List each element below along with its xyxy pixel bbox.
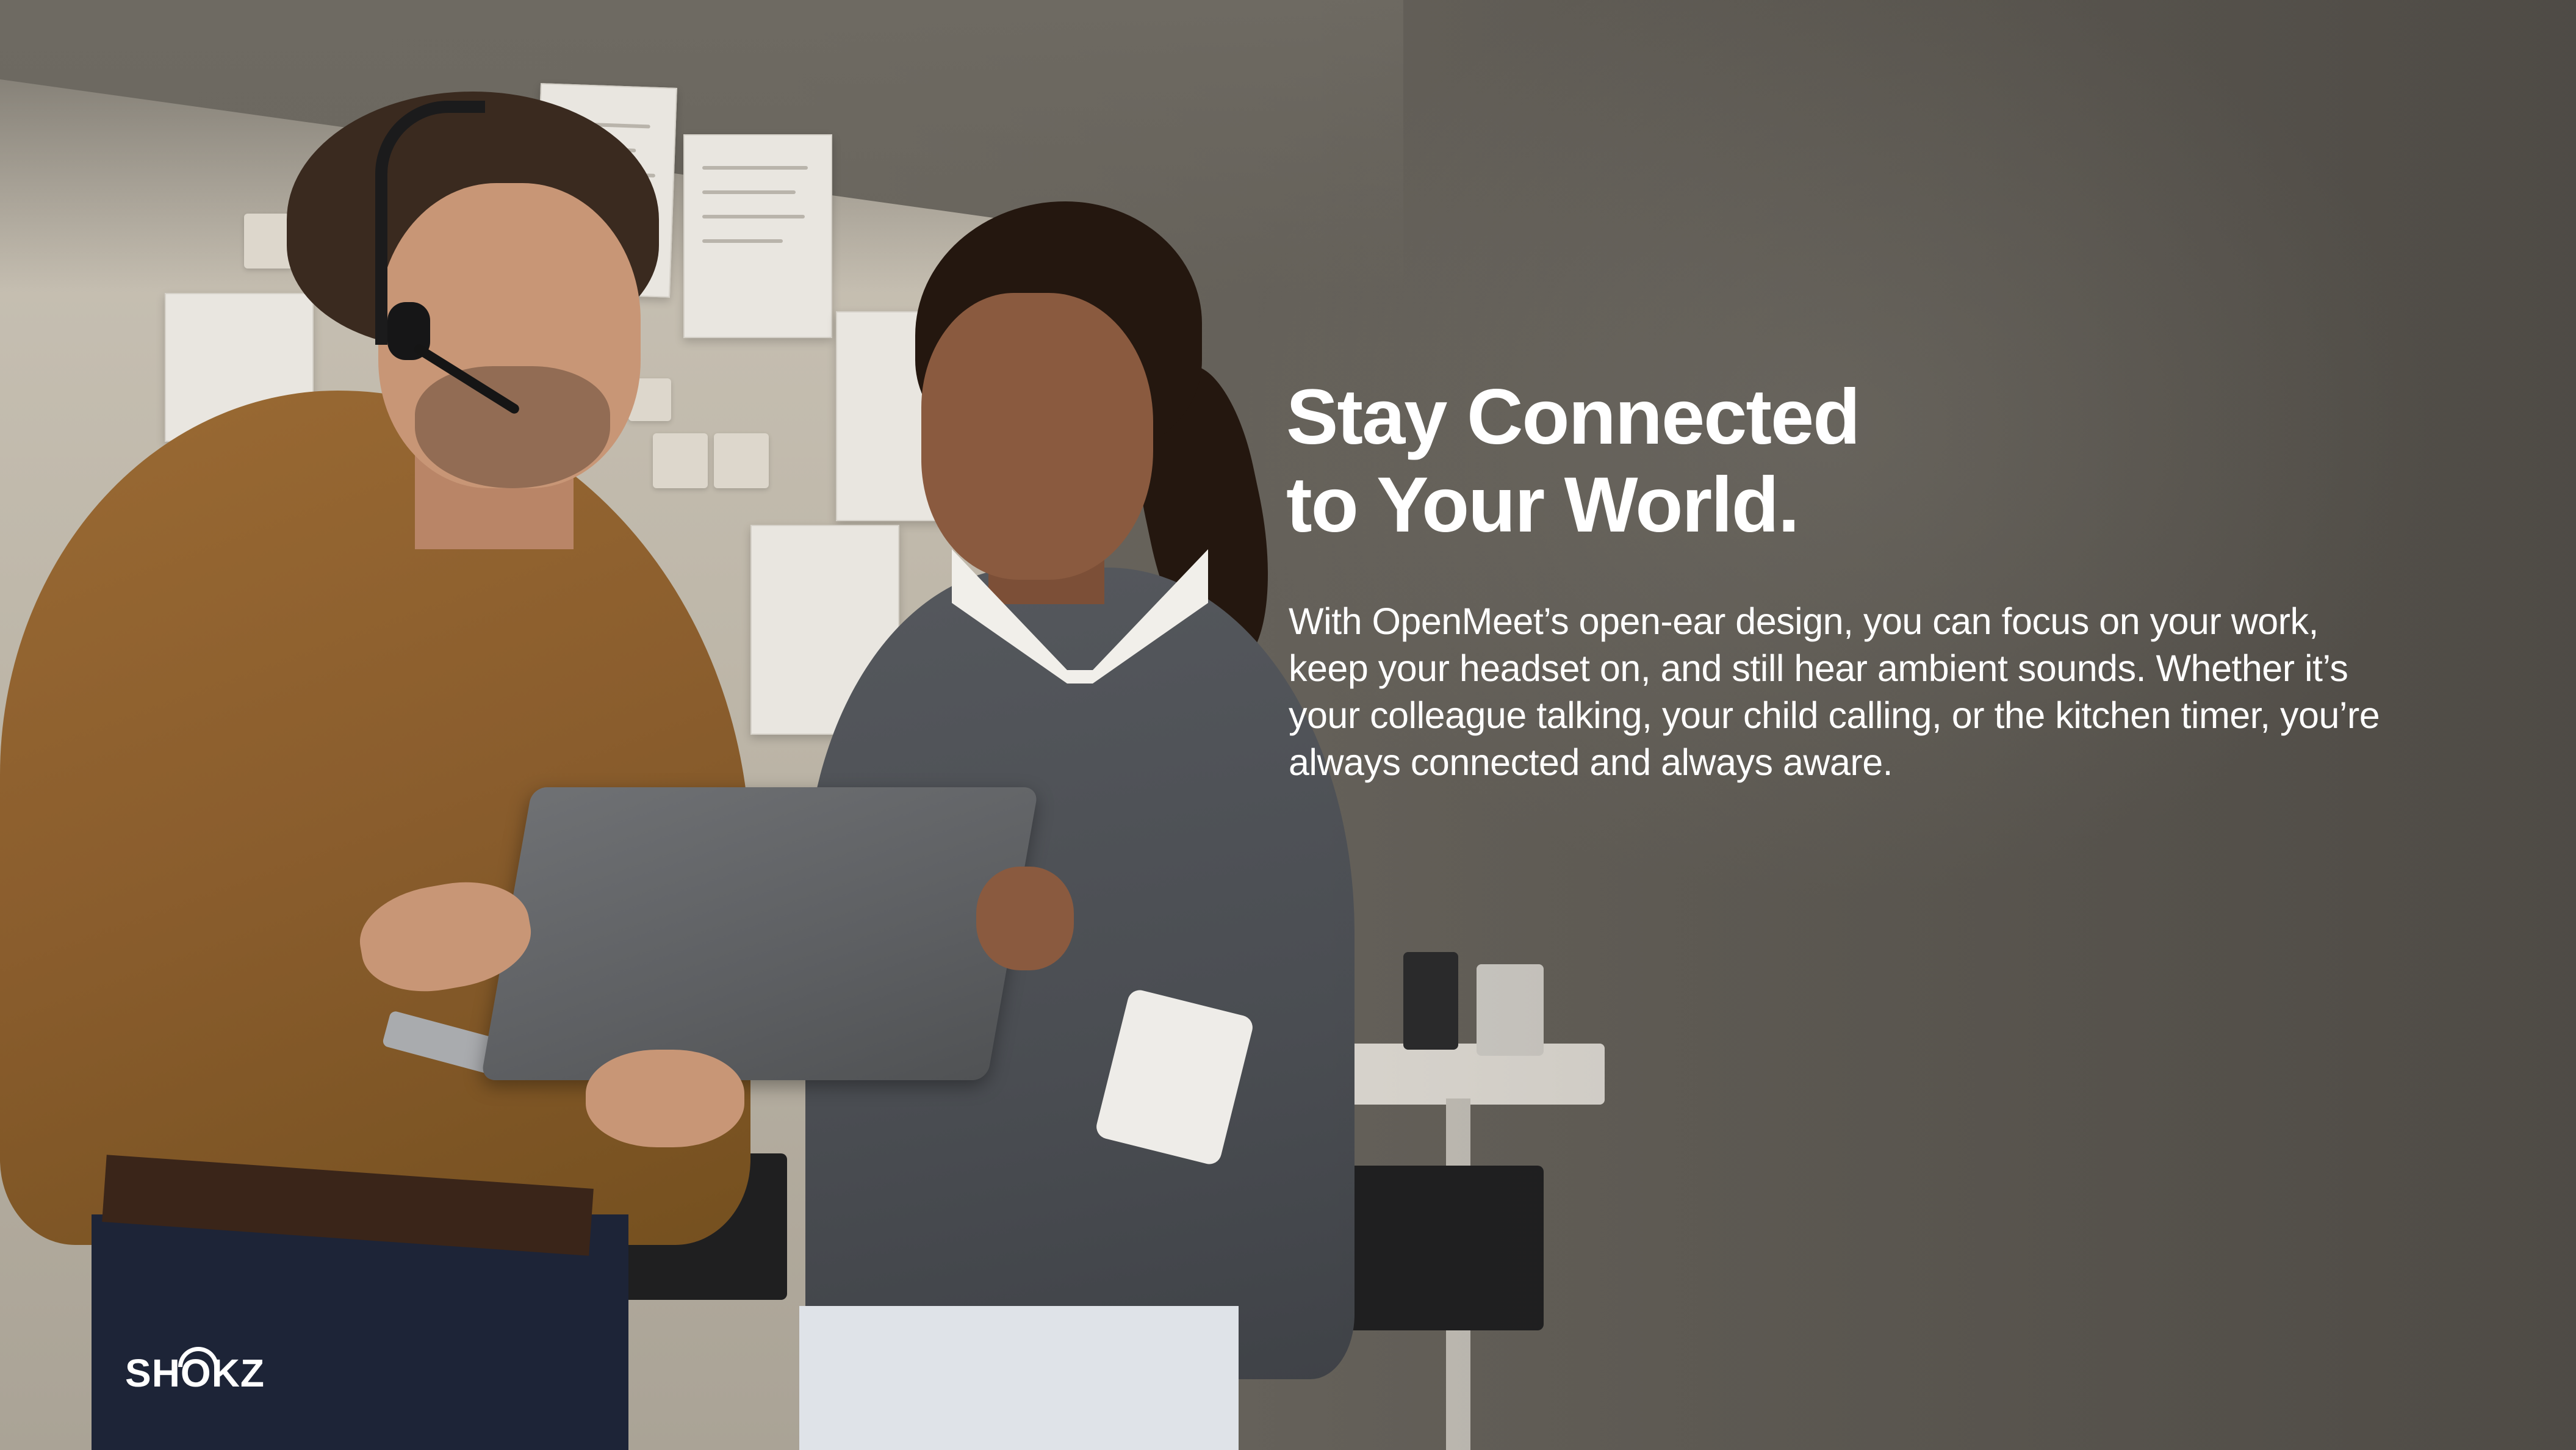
headline-line-1: Stay Connected [1286, 373, 1860, 461]
headline-line-2: to Your World. [1286, 461, 1800, 549]
body-text: With OpenMeet’s open-ear design, you can… [1289, 601, 2380, 783]
headline: Stay Connected to Your World. [1286, 373, 1860, 549]
